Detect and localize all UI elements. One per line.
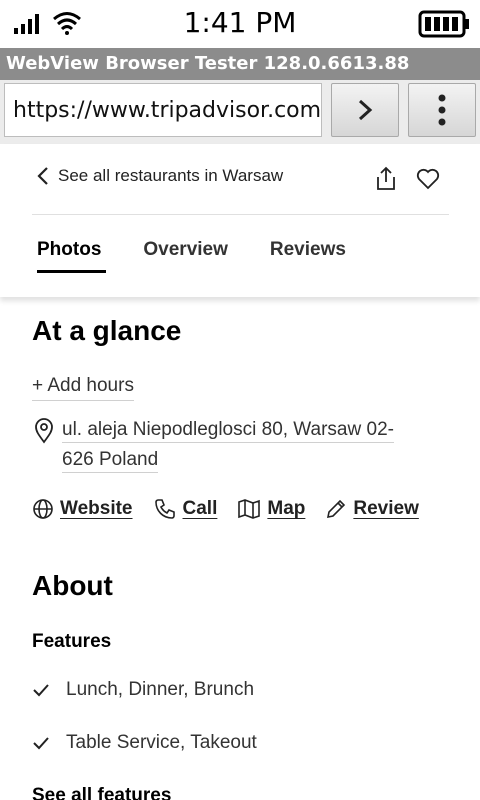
- website-label: Website: [60, 498, 133, 519]
- page-content: At a glance + Add hours ul. aleja Niepod…: [0, 297, 480, 800]
- check-icon: [33, 684, 49, 697]
- feature-item: Lunch, Dinner, Brunch: [32, 679, 254, 701]
- pencil-icon: [327, 499, 346, 519]
- about-heading: About: [32, 570, 113, 601]
- feature-label: Table Service, Takeout: [66, 732, 257, 753]
- more-vert-icon: [438, 94, 446, 126]
- see-all-features-link[interactable]: See all features: [32, 785, 171, 800]
- tab-overview[interactable]: Overview: [138, 239, 233, 273]
- page-header: See all restaurants in Warsaw Photos Ove…: [0, 144, 480, 297]
- add-hours-link[interactable]: + Add hours: [32, 375, 134, 401]
- website-link[interactable]: Website: [32, 498, 133, 520]
- battery-icon: [418, 10, 469, 38]
- map-link[interactable]: Map: [237, 498, 305, 520]
- menu-button[interactable]: [408, 83, 476, 137]
- address-line-1: ul. aleja Niepodleglosci 80, Warsaw 02-: [62, 419, 394, 443]
- globe-icon: [33, 499, 53, 519]
- share-icon[interactable]: [374, 166, 398, 192]
- feature-label: Lunch, Dinner, Brunch: [66, 679, 255, 700]
- url-toolbar: https://www.tripadvisor.com: [0, 80, 480, 144]
- webview-title-bar: WebView Browser Tester 128.0.6613.88: [0, 48, 480, 80]
- status-time: 1:41 PM: [183, 6, 297, 39]
- heart-icon[interactable]: [416, 168, 440, 190]
- action-links: Website Call Map Review: [32, 497, 439, 521]
- header-divider: [32, 214, 449, 215]
- feature-item: Table Service, Takeout: [32, 732, 257, 754]
- tab-photos[interactable]: Photos: [32, 239, 107, 273]
- call-label: Call: [182, 498, 218, 519]
- review-link[interactable]: Review: [325, 498, 419, 520]
- address[interactable]: ul. aleja Niepodleglosci 80, Warsaw 02- …: [32, 415, 394, 475]
- status-bar: 1:41 PM: [0, 0, 480, 48]
- back-to-restaurants-link[interactable]: See all restaurants in Warsaw: [36, 166, 283, 186]
- phone-icon: [154, 499, 175, 519]
- chevron-left-icon: [37, 167, 48, 185]
- check-icon: [33, 737, 49, 750]
- call-link[interactable]: Call: [153, 497, 218, 521]
- features-heading: Features: [32, 631, 112, 652]
- location-pin-icon: [35, 418, 53, 444]
- map-label: Map: [267, 498, 306, 519]
- arrow-right-icon: [358, 99, 373, 121]
- at-a-glance-heading: At a glance: [32, 315, 182, 346]
- go-button[interactable]: [331, 83, 399, 137]
- address-line-2: 626 Poland: [62, 449, 159, 473]
- back-link-label: See all restaurants in Warsaw: [58, 166, 284, 185]
- tab-reviews[interactable]: Reviews: [265, 239, 351, 273]
- tab-bar: Photos Overview Reviews: [32, 239, 383, 273]
- url-input[interactable]: https://www.tripadvisor.com: [4, 83, 322, 137]
- map-icon: [238, 499, 261, 519]
- review-label: Review: [353, 498, 419, 519]
